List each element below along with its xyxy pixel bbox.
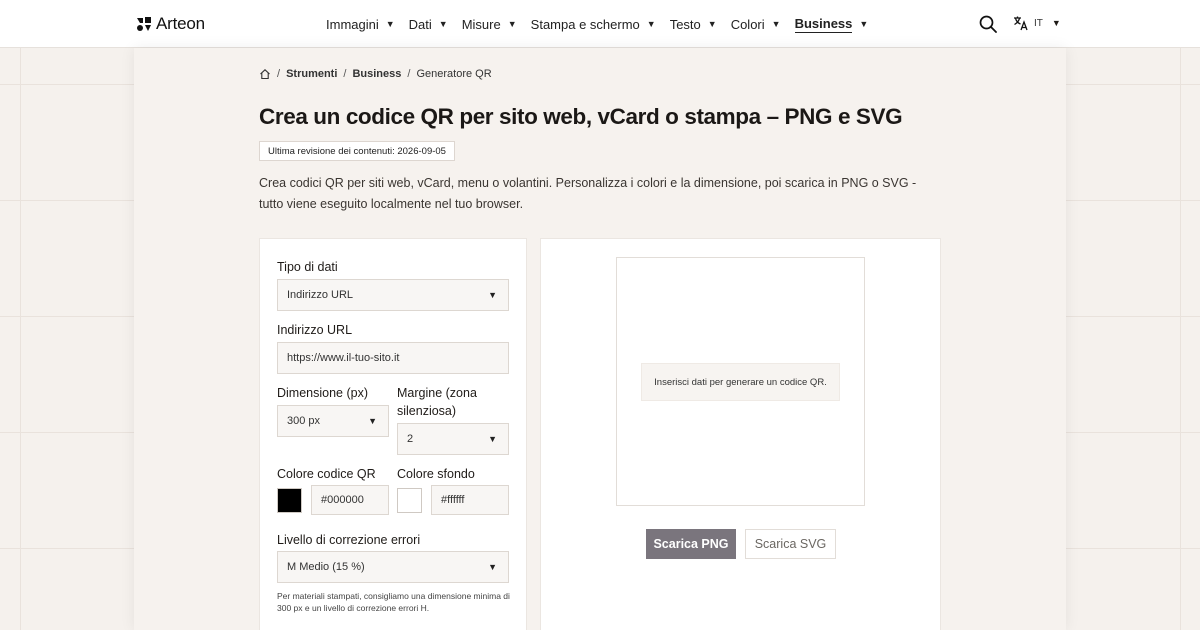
qr-color-input[interactable]: #000000 (311, 485, 389, 515)
nav-label: Dati (408, 16, 432, 32)
caret-down-icon: ▼ (646, 19, 656, 29)
ecc-value: M Medio (15 %) (287, 561, 365, 573)
caret-down-icon: ▼ (488, 290, 497, 300)
breadcrumb-current: Generatore QR (416, 68, 492, 80)
nav-label: Misure (461, 16, 501, 32)
url-label: Indirizzo URL (277, 323, 353, 337)
breadcrumb-separator: / (407, 68, 411, 80)
qr-color-label: Colore codice QR (277, 467, 376, 481)
qr-placeholder-message: Inserisci dati per generare un codice QR… (641, 363, 840, 401)
download-svg-button[interactable]: Scarica SVG (745, 529, 836, 559)
search-icon[interactable] (979, 15, 997, 33)
language-code: IT (1034, 17, 1043, 29)
language-switcher[interactable]: IT ▼ (1013, 15, 1061, 31)
download-png-button[interactable]: Scarica PNG (646, 529, 736, 559)
caret-down-icon: ▼ (1051, 18, 1061, 28)
data-type-select[interactable]: Indirizzo URL ▼ (277, 279, 509, 311)
brand-name: Arteon (156, 14, 205, 33)
breadcrumb-item-business[interactable]: Business (352, 68, 401, 80)
translate-icon (1014, 16, 1028, 31)
caret-down-icon: ▼ (368, 416, 377, 426)
nav-label: Testo (669, 16, 701, 32)
margin-select[interactable]: 2 ▼ (397, 423, 509, 455)
page-title: Crea un codice QR per sito web, vCard o … (259, 104, 903, 129)
size-value: 300 px (287, 415, 321, 427)
bg-color-swatch[interactable] (397, 488, 422, 513)
bg-color-input[interactable]: #ffffff (431, 485, 509, 515)
nav-label: Stampa e schermo (530, 16, 640, 32)
nav-label: Business (794, 15, 853, 33)
caret-down-icon: ▼ (488, 434, 497, 444)
size-select[interactable]: 300 px ▼ (277, 405, 389, 437)
caret-down-icon: ▼ (507, 19, 517, 29)
logo-icon (137, 17, 151, 31)
caret-down-icon: ▼ (385, 19, 395, 29)
url-placeholder: https://www.il-tuo-sito.it (287, 352, 400, 364)
size-label: Dimensione (px) (277, 386, 369, 400)
caret-down-icon: ▼ (859, 19, 869, 29)
nav-item-immagini[interactable]: Immagini ▼ (326, 0, 395, 48)
logo[interactable]: Arteon (136, 14, 205, 34)
revision-badge: Ultima revisione dei contenuti: 2026-09-… (259, 141, 455, 161)
nav-label: Immagini (326, 16, 379, 32)
caret-down-icon: ▼ (771, 19, 781, 29)
ecc-select[interactable]: M Medio (15 %) ▼ (277, 551, 509, 583)
breadcrumb-item-strumenti[interactable]: Strumenti (286, 68, 337, 80)
caret-down-icon: ▼ (438, 19, 448, 29)
margin-value: 2 (407, 433, 414, 445)
breadcrumb-separator: / (277, 68, 281, 80)
main-content: / Strumenti / Business / Generatore QR C… (134, 48, 1066, 630)
qr-options-panel: Tipo di dati Indirizzo URL ▼ Indirizzo U… (259, 238, 527, 630)
caret-down-icon: ▼ (488, 562, 497, 572)
qr-color-value: #000000 (321, 494, 364, 506)
margin-label: Margine (zona silenziosa) (397, 386, 477, 418)
site-header: Arteon Immagini ▼ Dati ▼ Misure ▼ Stampa… (0, 0, 1200, 48)
page-intro: Crea codici QR per siti web, vCard, menu… (259, 176, 917, 211)
data-type-label: Tipo di dati (277, 260, 338, 274)
nav-item-misure[interactable]: Misure ▼ (462, 0, 517, 48)
main-nav: Immagini ▼ Dati ▼ Misure ▼ Stampa e sche… (326, 0, 882, 48)
url-input[interactable]: https://www.il-tuo-sito.it (277, 342, 509, 374)
breadcrumb: / Strumenti / Business / Generatore QR (259, 68, 492, 80)
nav-item-dati[interactable]: Dati ▼ (409, 0, 448, 48)
qr-preview-panel: Inserisci dati per generare un codice QR… (540, 238, 941, 630)
bg-color-label: Colore sfondo (397, 467, 475, 481)
nav-item-testo[interactable]: Testo ▼ (670, 0, 717, 48)
nav-item-business[interactable]: Business ▼ (794, 0, 869, 48)
data-type-value: Indirizzo URL (287, 289, 354, 301)
qr-color-swatch[interactable] (277, 488, 302, 513)
nav-item-colori[interactable]: Colori ▼ (731, 0, 781, 48)
print-hint: Per materiali stampati, consigliamo una … (277, 591, 510, 613)
nav-label: Colori (730, 16, 765, 32)
bg-color-value: #ffffff (441, 494, 465, 506)
ecc-label: Livello di correzione errori (277, 533, 421, 547)
qr-preview-canvas: Inserisci dati per generare un codice QR… (616, 257, 865, 506)
nav-item-stampa-e-schermo[interactable]: Stampa e schermo ▼ (531, 0, 656, 48)
breadcrumb-separator: / (343, 68, 347, 80)
caret-down-icon: ▼ (707, 19, 717, 29)
home-icon[interactable] (259, 68, 271, 80)
